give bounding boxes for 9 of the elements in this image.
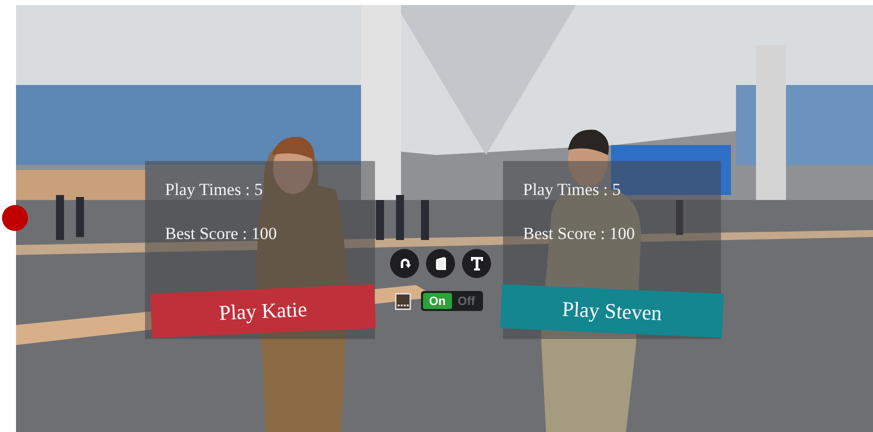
record-dot	[2, 205, 28, 231]
swatch-icon[interactable]	[395, 292, 411, 310]
book-icon	[434, 256, 446, 271]
play-count: Play Times : 5	[165, 179, 264, 201]
play-count: Play Times : 5	[523, 179, 622, 201]
best-score: Best Score : 100	[523, 223, 636, 245]
toggle-switch[interactable]: On Off	[421, 291, 483, 311]
text-format-icon	[470, 256, 484, 271]
best-score: Best Score : 100	[165, 223, 278, 245]
